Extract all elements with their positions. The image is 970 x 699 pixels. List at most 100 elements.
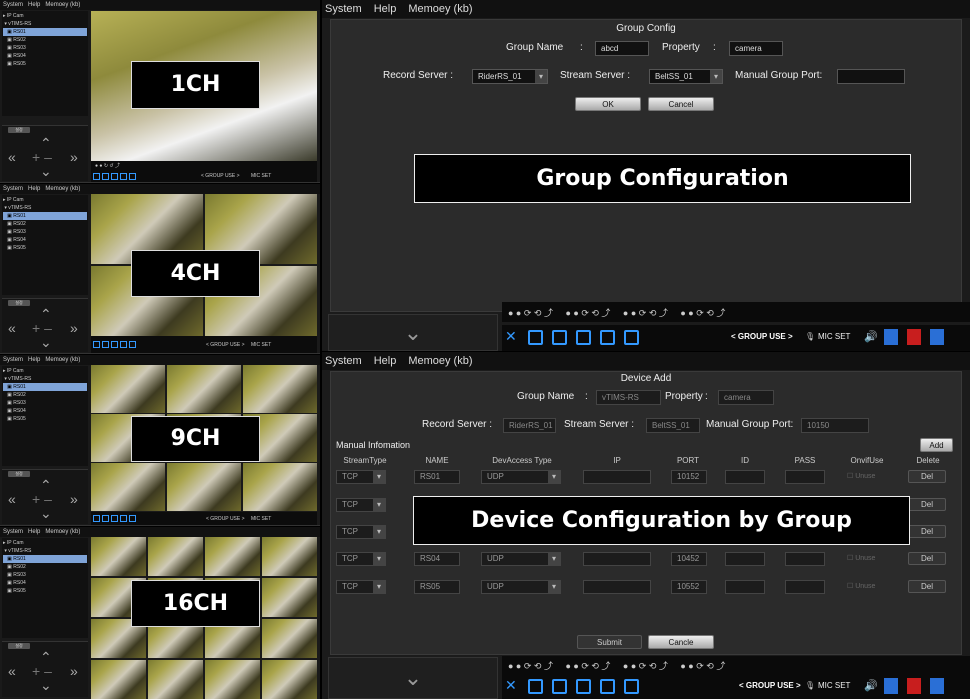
tree-item-rs01[interactable]: ▣ RS01 bbox=[3, 383, 87, 391]
pass-input[interactable] bbox=[785, 552, 825, 566]
ip-input[interactable] bbox=[583, 470, 651, 484]
name-input[interactable]: RS01 bbox=[414, 470, 460, 484]
streamtype-select[interactable]: TCP bbox=[336, 552, 386, 566]
tree-item-rs05[interactable]: ▣ RS05 bbox=[3, 415, 87, 423]
menu-system[interactable]: System bbox=[3, 186, 23, 192]
tree-item-rs01[interactable]: ▣ RS01 bbox=[3, 212, 87, 220]
menu-system[interactable]: System bbox=[325, 3, 362, 15]
zoom-out-icon[interactable]: « bbox=[8, 150, 16, 164]
tree-root[interactable]: ▸ IP Cam bbox=[3, 196, 87, 204]
video-cell[interactable] bbox=[205, 660, 260, 699]
tree-server[interactable]: ▾ vTIMS-RS bbox=[3, 20, 87, 28]
zoom-in-icon[interactable]: » bbox=[70, 492, 78, 506]
ptz-plus-icon[interactable]: + – bbox=[32, 664, 52, 678]
record-icon[interactable] bbox=[907, 678, 921, 694]
record-server-select[interactable]: RiderRS_01 bbox=[472, 69, 548, 84]
menu-memory[interactable]: Memoey (kb) bbox=[408, 355, 472, 367]
ptz-down-icon[interactable]: ⌄ bbox=[40, 164, 52, 178]
tree-item-rs03[interactable]: ▣ RS03 bbox=[3, 571, 87, 579]
video-cell[interactable] bbox=[91, 537, 146, 576]
menu-memory[interactable]: Memoey (kb) bbox=[45, 529, 80, 535]
ptz-down-icon[interactable]: ⌄ bbox=[40, 335, 52, 349]
devaccess-select[interactable]: UDP bbox=[481, 470, 561, 484]
video-cell[interactable] bbox=[91, 463, 165, 511]
video-cell[interactable] bbox=[167, 365, 241, 413]
ptz-setting-button[interactable]: 설정 bbox=[8, 300, 30, 306]
mic-set-button[interactable]: MIC SET bbox=[818, 681, 850, 690]
ok-button[interactable]: OK bbox=[575, 97, 641, 111]
menu-memory[interactable]: Memoey (kb) bbox=[45, 357, 80, 363]
cancel-button[interactable]: Cancel bbox=[648, 97, 714, 111]
video-cell[interactable] bbox=[262, 619, 317, 658]
tree-item-rs03[interactable]: ▣ RS03 bbox=[3, 399, 87, 407]
ptz-plus-icon[interactable]: + – bbox=[32, 150, 52, 164]
submit-button[interactable]: Submit bbox=[577, 635, 642, 649]
ptz-down-icon[interactable]: ⌄ bbox=[40, 506, 52, 520]
tree-server[interactable]: ▾ vTIMS-RS bbox=[3, 204, 87, 212]
menu-system[interactable]: System bbox=[3, 357, 23, 363]
port-input[interactable]: 10452 bbox=[671, 552, 707, 566]
layout-4-icon[interactable] bbox=[552, 679, 567, 694]
tree-server[interactable]: ▾ vTIMS-RS bbox=[3, 375, 87, 383]
record-server-field[interactable]: RiderRS_01 bbox=[503, 418, 556, 433]
tree-item-rs04[interactable]: ▣ RS04 bbox=[3, 579, 87, 587]
collapse-chevron-icon[interactable]: ⌄ bbox=[328, 314, 498, 351]
tree-item-rs03[interactable]: ▣ RS03 bbox=[3, 44, 87, 52]
video-cell[interactable] bbox=[243, 365, 317, 413]
property-input[interactable]: camera bbox=[718, 390, 774, 405]
ip-input[interactable] bbox=[583, 580, 651, 594]
zoom-in-icon[interactable]: » bbox=[70, 664, 78, 678]
zoom-out-icon[interactable]: « bbox=[8, 321, 16, 335]
tree-item-rs04[interactable]: ▣ RS04 bbox=[3, 52, 87, 60]
menu-help[interactable]: Help bbox=[374, 355, 397, 367]
ptz-plus-icon[interactable]: + – bbox=[32, 321, 52, 335]
fullscreen-icon[interactable]: ✕ bbox=[505, 677, 517, 694]
menu-system[interactable]: System bbox=[3, 2, 23, 8]
ptz-setting-button[interactable]: 설정 bbox=[8, 127, 30, 133]
fullscreen-icon[interactable]: ✕ bbox=[505, 328, 517, 345]
layout-9-icon[interactable] bbox=[576, 679, 591, 694]
menu-help[interactable]: Help bbox=[28, 529, 40, 535]
onvif-checkbox[interactable]: ☐ Unuse bbox=[847, 472, 875, 480]
zoom-in-icon[interactable]: » bbox=[70, 150, 78, 164]
devaccess-select[interactable]: UDP bbox=[481, 552, 561, 566]
pass-input[interactable] bbox=[785, 580, 825, 594]
tree-item-rs02[interactable]: ▣ RS02 bbox=[3, 36, 87, 44]
tree-item-rs05[interactable]: ▣ RS05 bbox=[3, 244, 87, 252]
port-input[interactable]: 10552 bbox=[671, 580, 707, 594]
manual-group-port-input[interactable]: 10150 bbox=[801, 418, 869, 433]
layout-25-icon[interactable] bbox=[624, 679, 639, 694]
id-input[interactable] bbox=[725, 552, 765, 566]
tree-item-rs02[interactable]: ▣ RS02 bbox=[3, 220, 87, 228]
mic-set-label[interactable]: MIC SET bbox=[251, 516, 271, 522]
devaccess-select[interactable]: UDP bbox=[481, 580, 561, 594]
mic-set-label[interactable]: MIC SET bbox=[251, 342, 271, 348]
pass-input[interactable] bbox=[785, 470, 825, 484]
speaker-icon[interactable]: 🔊 bbox=[864, 679, 878, 692]
menu-help[interactable]: Help bbox=[374, 3, 397, 15]
tree-item-rs01[interactable]: ▣ RS01 bbox=[3, 555, 87, 563]
tree-item-rs02[interactable]: ▣ RS02 bbox=[3, 391, 87, 399]
tree-item-rs03[interactable]: ▣ RS03 bbox=[3, 228, 87, 236]
stream-server-select[interactable]: BeltSS_01 bbox=[649, 69, 723, 84]
delete-button[interactable]: Del bbox=[908, 470, 946, 483]
ptz-setting-button[interactable]: 설정 bbox=[8, 643, 30, 649]
snapshot-icon[interactable] bbox=[884, 329, 898, 345]
video-cell[interactable] bbox=[91, 660, 146, 699]
layout-9-icon[interactable] bbox=[576, 330, 591, 345]
delete-button[interactable]: Del bbox=[908, 580, 946, 593]
tree-server[interactable]: ▾ vTIMS-RS bbox=[3, 547, 87, 555]
ptz-plus-icon[interactable]: + – bbox=[32, 492, 52, 506]
ptz-up-icon[interactable]: ⌃ bbox=[40, 307, 52, 321]
layout-25-icon[interactable] bbox=[624, 330, 639, 345]
snapshot-icon[interactable] bbox=[884, 678, 898, 694]
layout-1-icon[interactable] bbox=[528, 679, 543, 694]
menu-system[interactable]: System bbox=[3, 529, 23, 535]
ptz-setting-button[interactable]: 설정 bbox=[8, 471, 30, 477]
menu-help[interactable]: Help bbox=[28, 2, 40, 8]
name-input[interactable]: RS05 bbox=[414, 580, 460, 594]
id-input[interactable] bbox=[725, 470, 765, 484]
zoom-out-icon[interactable]: « bbox=[8, 664, 16, 678]
layout-4-icon[interactable] bbox=[552, 330, 567, 345]
add-button[interactable]: Add bbox=[920, 438, 953, 452]
